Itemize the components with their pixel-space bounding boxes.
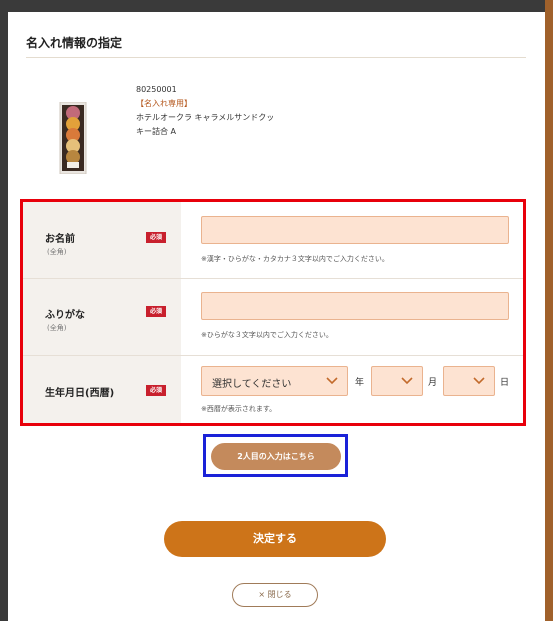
- close-button[interactable]: × 閉じる: [232, 583, 318, 607]
- day-select[interactable]: [443, 366, 495, 396]
- form-row-name: お名前 (全角) 必須 ※漢字・ひらがな・カタカナ３文字以内でご入力ください。: [23, 202, 523, 279]
- name-sublabel: (全角): [47, 248, 67, 256]
- cookie-box-icon: [59, 102, 87, 174]
- page-edge-strip: [545, 0, 553, 621]
- add-second-person-button[interactable]: 2人目の入力はこちら: [211, 443, 341, 470]
- chevron-down-icon: [326, 377, 338, 385]
- name-input[interactable]: [201, 216, 509, 244]
- form-row-kana: ふりがな (全角) 必須 ※ひらがな３文字以内でご入力ください。: [23, 279, 523, 356]
- name-entry-dialog: 名入れ情報の指定 80250001 【名入れ専用】 ホテルオークラ キャラメルサ…: [8, 12, 545, 621]
- title-divider: [26, 57, 526, 58]
- dialog-title: 名入れ情報の指定: [26, 36, 123, 50]
- submit-button[interactable]: 決定する: [164, 521, 386, 557]
- year-unit: 年: [355, 378, 365, 388]
- chevron-down-icon: [473, 377, 485, 385]
- kana-sublabel: (全角): [47, 324, 67, 332]
- required-badge: 必須: [146, 306, 166, 317]
- kana-note: ※ひらがな３文字以内でご入力ください。: [201, 331, 333, 339]
- birthday-label: 生年月日(西暦): [45, 388, 115, 399]
- name-note: ※漢字・ひらがな・カタカナ３文字以内でご入力ください。: [201, 255, 389, 263]
- year-select-value: 選択してください: [212, 379, 292, 390]
- year-select[interactable]: 選択してください: [201, 366, 348, 396]
- kana-label: ふりがな: [45, 310, 85, 321]
- required-badge: 必須: [146, 232, 166, 243]
- product-name: ホテルオークラ キャラメルサンドクッキー詰合 A: [136, 113, 275, 136]
- birthday-note: ※西暦が表示されます。: [201, 405, 277, 413]
- required-badge: 必須: [146, 385, 166, 396]
- kana-input[interactable]: [201, 292, 509, 320]
- month-select[interactable]: [371, 366, 423, 396]
- add-second-highlight: 2人目の入力はこちら: [203, 434, 348, 477]
- name-form: お名前 (全角) 必須 ※漢字・ひらがな・カタカナ３文字以内でご入力ください。 …: [20, 199, 526, 426]
- name-label: お名前: [45, 234, 75, 245]
- chevron-down-icon: [401, 377, 413, 385]
- month-unit: 月: [428, 378, 438, 388]
- product-tag: 【名入れ専用】: [136, 99, 192, 108]
- day-unit: 日: [500, 378, 510, 388]
- product-code: 80250001: [136, 85, 177, 94]
- form-row-birthday: 生年月日(西暦) 必須 選択してください 年 月 日 ※西暦が表示されます。: [23, 356, 523, 423]
